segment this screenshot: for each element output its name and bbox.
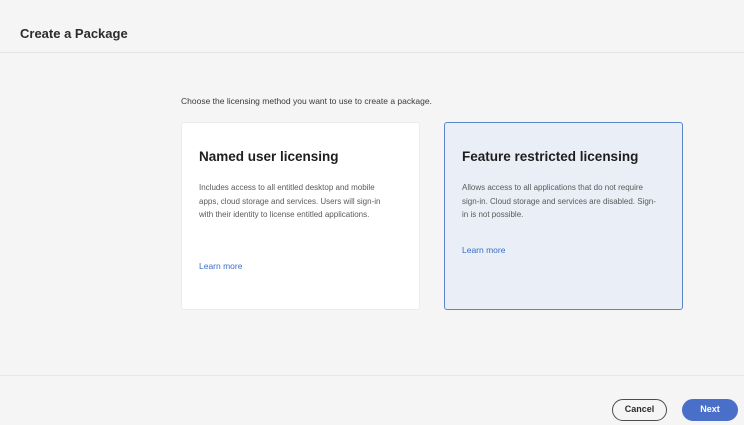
card-title: Feature restricted licensing [462, 149, 639, 164]
instruction-text: Choose the licensing method you want to … [181, 96, 432, 106]
card-description: Allows access to all applications that d… [462, 183, 656, 219]
feature-restricted-licensing-card[interactable]: Feature restricted licensing Allows acce… [444, 122, 683, 310]
next-button[interactable]: Next [682, 399, 738, 421]
footer-divider [0, 375, 744, 376]
cancel-button[interactable]: Cancel [612, 399, 667, 421]
learn-more-link[interactable]: Learn more [199, 261, 242, 271]
card-title: Named user licensing [199, 149, 339, 164]
create-package-dialog: Create a Package Choose the licensing me… [0, 0, 744, 425]
learn-more-link[interactable]: Learn more [462, 245, 505, 255]
named-user-licensing-card[interactable]: Named user licensing Includes access to … [181, 122, 420, 310]
card-description: Includes access to all entitled desktop … [199, 183, 381, 219]
dialog-title: Create a Package [20, 26, 128, 41]
dialog-header: Create a Package [0, 0, 744, 53]
